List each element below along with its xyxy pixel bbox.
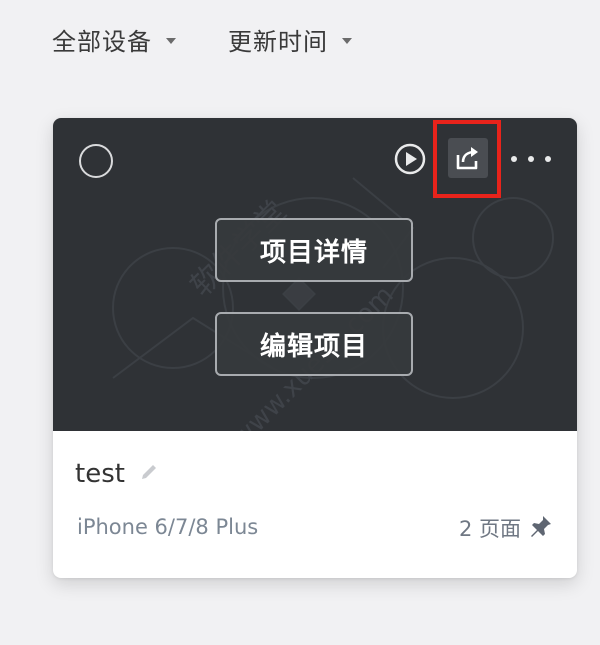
pin-icon[interactable] (529, 514, 553, 543)
more-dot (528, 156, 534, 162)
sort-filter-dropdown[interactable]: 更新时间 (228, 22, 352, 57)
device-label: iPhone 6/7/8 Plus (77, 515, 259, 539)
page-count: 2 页面 (459, 513, 553, 543)
project-card[interactable]: 软件学堂 www.xue51.com 项目详情 编辑项目 (53, 118, 577, 578)
page-count-label: 2 页面 (458, 517, 521, 541)
project-preview: 软件学堂 www.xue51.com 项目详情 编辑项目 (53, 118, 577, 431)
caret-down-icon (166, 37, 176, 44)
play-icon[interactable] (393, 142, 427, 176)
edit-pencil-icon[interactable] (139, 462, 159, 486)
device-filter-dropdown[interactable]: 全部设备 (52, 22, 176, 57)
more-dot (511, 156, 517, 162)
sort-filter-label: 更新时间 (228, 28, 328, 56)
project-name-row: test (75, 459, 159, 489)
project-info: test iPhone 6/7/8 Plus 2 页面 (53, 431, 577, 578)
more-dot (545, 156, 551, 162)
caret-down-icon (342, 37, 352, 44)
share-icon[interactable] (448, 138, 488, 178)
project-details-button[interactable]: 项目详情 (215, 218, 413, 282)
project-name: test (75, 459, 125, 489)
more-icon[interactable] (511, 148, 551, 170)
select-circle-icon[interactable] (79, 144, 113, 178)
edit-project-button[interactable]: 编辑项目 (215, 312, 413, 376)
device-filter-label: 全部设备 (52, 28, 152, 56)
filter-bar: 全部设备 更新时间 (52, 22, 352, 57)
